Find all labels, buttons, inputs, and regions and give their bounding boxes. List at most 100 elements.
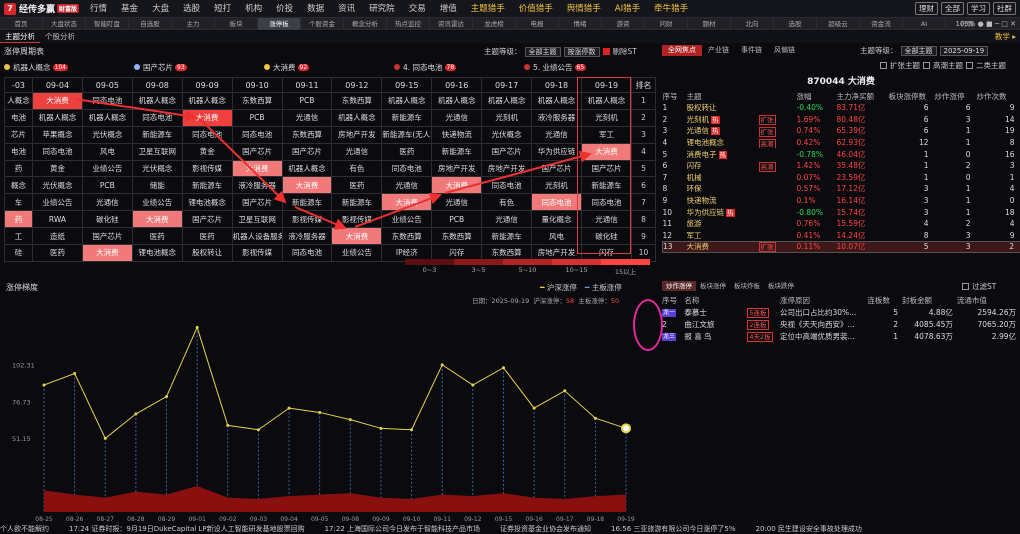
theme-cell[interactable]: 机器人概念 [431, 92, 483, 110]
theme-cell[interactable]: 风电 [81, 142, 133, 161]
theme-cell[interactable]: 黄金 [181, 142, 233, 161]
theme-cell[interactable]: 大消费 [81, 244, 133, 262]
top-right-button-0[interactable]: 理财 [915, 2, 938, 15]
theme-cell[interactable]: 同态电池 [481, 176, 533, 195]
theme-cell[interactable]: 机器人概念 [531, 92, 582, 110]
theme-row[interactable]: 1 股权转让 -0.40% 83.71亿 6 6 9 [663, 102, 1020, 114]
theme-header-6[interactable]: 炒作涨停 [935, 90, 977, 102]
data-point[interactable] [287, 406, 291, 410]
level-select[interactable]: 全部主题 [524, 46, 561, 57]
right-tab-2[interactable]: 事件链 [735, 45, 768, 56]
category-chip-2[interactable]: 大消费 92 [264, 60, 394, 74]
tab-10[interactable]: 资讯雷达 [430, 17, 473, 30]
theme-cell[interactable]: 同态电池 [381, 159, 433, 178]
subtab-theme-analysis[interactable]: 主题分析 [0, 31, 40, 43]
tab-9[interactable]: 热点监控 [387, 17, 430, 30]
nav-item-6[interactable]: 价投 [269, 0, 300, 18]
theme-row[interactable]: 10 华为供应链热 -0.80% 15.74亿 3 1 18 [663, 206, 1020, 218]
stock-header-2[interactable] [747, 294, 780, 306]
grid-header-9[interactable]: 09-16 [431, 77, 483, 93]
theme-cell[interactable]: 东数西算 [431, 227, 483, 246]
right-level-select[interactable]: 全部主题 [900, 45, 937, 56]
theme-cell[interactable]: 光伏概念 [131, 159, 183, 178]
data-point[interactable] [256, 428, 260, 432]
theme-cell[interactable]: 东数西算 [331, 92, 383, 110]
subtab-stock-analysis[interactable]: 个股分析 [40, 31, 80, 43]
tab-8[interactable]: 概念分析 [344, 17, 387, 30]
theme-cell[interactable]: 光伏概念 [32, 176, 83, 195]
grid-header-13[interactable]: 排名 [631, 77, 656, 93]
grid-header-0[interactable]: -03 [4, 77, 33, 93]
theme-cell[interactable]: 有色 [481, 193, 533, 212]
theme-cell[interactable]: 大消费 [231, 159, 283, 178]
theme-cell[interactable]: 新能源车 [181, 176, 233, 195]
window-controls[interactable]: 105% ● ■ ─ □ ✕ [955, 18, 1016, 30]
theme-cell[interactable]: 同态电池 [32, 142, 83, 161]
theme-cell[interactable]: 新能源车 [431, 142, 483, 161]
stock-row[interactable]: 龙三报 喜 鸟 4天2板 定位中高端优质男装... 1 4078.63万 2.99亿 [662, 330, 1020, 342]
theme-cell[interactable]: 机器人概念 [81, 108, 133, 127]
theme-cell[interactable]: 新能源车(无人驾驶) [381, 125, 433, 144]
stock-row[interactable]: 2 曲江文旅 2连板 央视《天天向西安》... 2 4085.45万 7065.20万 [662, 318, 1020, 330]
theme-cell[interactable]: 新能源车 [481, 227, 533, 246]
theme-row[interactable]: 7 机械 0.07% 23.59亿 1 0 1 [663, 172, 1020, 184]
grid-header-5[interactable]: 09-10 [231, 77, 283, 93]
right-date-select[interactable]: 2025-09-19 [939, 45, 989, 56]
tab-3[interactable]: 自选股 [129, 17, 172, 30]
theme-cell[interactable]: 光通信 [481, 210, 533, 229]
data-point[interactable] [348, 418, 352, 422]
data-point[interactable] [410, 428, 414, 432]
nav-item-9[interactable]: 研究院 [362, 0, 402, 18]
theme-cell[interactable]: 机器人概念 [181, 92, 233, 110]
data-point[interactable] [195, 325, 199, 329]
theme-cell[interactable]: 风电 [531, 227, 582, 246]
tab-1[interactable]: 大盘状态 [43, 17, 86, 30]
theme-cell[interactable]: 液冷服务器 [231, 176, 283, 195]
theme-cell[interactable]: 业绩公告 [331, 244, 383, 262]
secondary-theme-checkbox[interactable] [966, 62, 973, 69]
theme-cell[interactable]: 国产芯片 [481, 142, 533, 161]
theme-cell[interactable]: 锂电池概念 [181, 193, 233, 212]
top-right-button-1[interactable]: 全部 [941, 2, 964, 15]
tab-4[interactable]: 主力 [172, 17, 215, 30]
theme-cell[interactable]: 储能 [131, 176, 183, 195]
theme-cell[interactable]: 股权转让 [181, 244, 233, 262]
theme-cell[interactable]: 电池 [4, 142, 33, 161]
theme-cell[interactable]: 业绩公告 [81, 159, 133, 178]
data-point[interactable] [42, 383, 46, 387]
data-point[interactable] [621, 423, 631, 434]
theme-cell[interactable]: 房地产开发 [331, 125, 383, 144]
remove-st-checkbox[interactable] [602, 48, 610, 55]
right-tab-0[interactable]: 全网焦点 [662, 45, 702, 56]
theme-cell[interactable]: 液冷服务器 [281, 227, 333, 246]
tab-5[interactable]: 板块 [215, 17, 258, 30]
category-chip-3[interactable]: 4. 同态电池 78 [394, 60, 524, 74]
theme-cell[interactable]: 药 [4, 210, 33, 229]
tab-20[interactable]: 资金流 [860, 17, 903, 30]
nav-item-0[interactable]: 行情 [83, 0, 114, 18]
theme-cell[interactable]: 房地产开发 [431, 159, 483, 178]
grid-header-7[interactable]: 09-12 [331, 77, 383, 93]
theme-cell[interactable]: 新能源车 [131, 125, 183, 144]
data-point[interactable] [532, 406, 536, 410]
theme-cell[interactable]: 业绩公告 [381, 210, 433, 229]
theme-cell[interactable]: 同态电池 [231, 125, 283, 144]
bottom-tab-3[interactable]: 板块跌停 [764, 281, 798, 291]
theme-cell[interactable]: 同态电池 [281, 244, 333, 262]
theme-cell[interactable]: RWA [32, 210, 83, 229]
theme-header-1[interactable]: 主题 [687, 90, 757, 102]
theme-cell[interactable]: 大消费 [131, 210, 183, 229]
theme-cell[interactable]: 有色 [331, 159, 383, 178]
nav-item-4[interactable]: 短打 [207, 0, 238, 18]
theme-cell[interactable]: 新能源车 [580, 176, 633, 195]
grid-header-12[interactable]: 09-19 [580, 77, 633, 93]
theme-cell[interactable]: 大消费 [32, 92, 83, 110]
tab-11[interactable]: 龙虎榜 [473, 17, 516, 30]
theme-cell[interactable]: 光伏概念 [81, 125, 133, 144]
stock-header-3[interactable]: 涨停原因 [780, 294, 867, 306]
top-right-button-3[interactable]: 社群 [993, 2, 1016, 15]
grid-header-4[interactable]: 09-09 [181, 77, 233, 93]
theme-cell[interactable]: 黄金 [32, 159, 83, 178]
theme-cell[interactable]: 医药 [381, 142, 433, 161]
theme-cell[interactable]: PCB [231, 108, 283, 127]
